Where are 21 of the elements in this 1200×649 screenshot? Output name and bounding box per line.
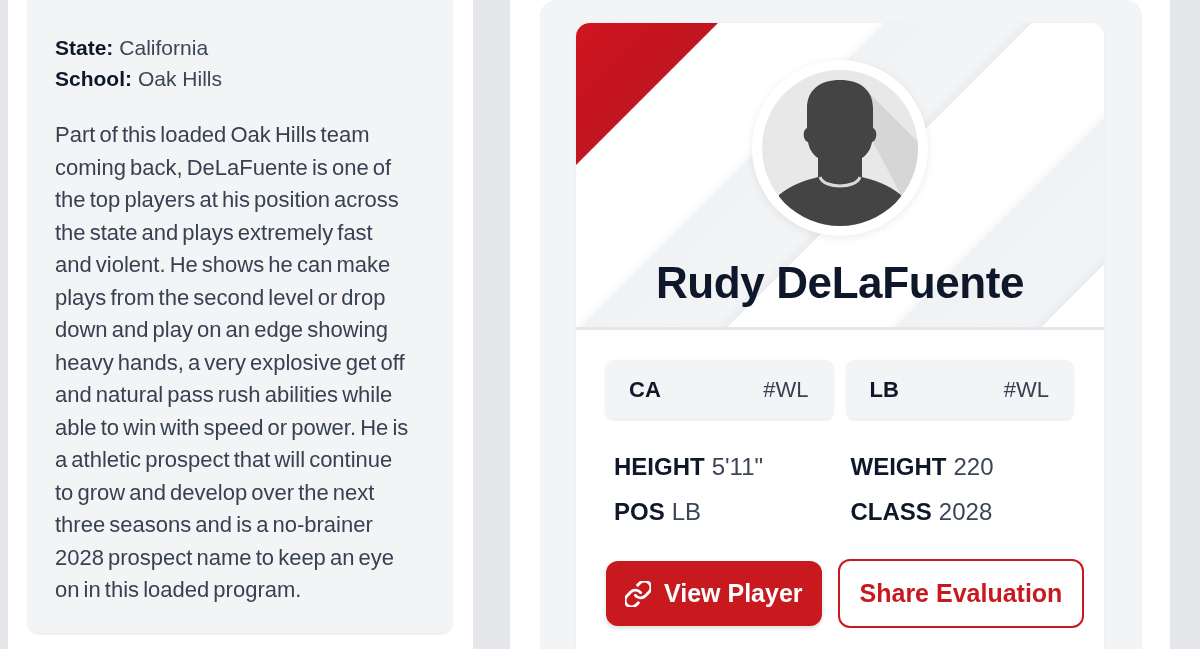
ranking-value: #WL	[763, 376, 809, 403]
stat-value: 220	[953, 453, 994, 480]
stat-label: CLASS	[850, 498, 932, 525]
view-player-button[interactable]: View Player	[606, 561, 822, 626]
stat-label: POS	[614, 498, 665, 525]
field-value: Oak Hills	[138, 67, 222, 90]
ranking-label: CA	[629, 376, 661, 403]
stat-label: WEIGHT	[850, 453, 947, 480]
field-label: State:	[55, 36, 114, 59]
stat-value: 2028	[938, 498, 993, 525]
share-evaluation-button[interactable]: Share Evaluation	[837, 559, 1085, 628]
stat-value: 5'11"	[711, 453, 764, 480]
scouting-report-text: Part of this loaded Oak Hills team coming back, DeLaFuente is one of the top players at his position across the state and plays extremely fast and violent. He shows he can make plays from the second level or drop down and play on an edge showing heavy hands, a very explosive get off and natural pass rush abilities while able to win with speed or power. He is a athletic prospect that will continue to grow and develop over the next three seasons and is a no-brainer 2028 prospect name to keep an eye on in this loaded program.	[55, 121, 410, 604]
stat-label: HEIGHT	[614, 453, 705, 480]
ranking-value: #WL	[1003, 376, 1049, 403]
field-value: California	[119, 36, 209, 59]
stat-value: LB	[671, 498, 702, 525]
field-label: School:	[55, 67, 132, 90]
ranking-label: LB	[869, 376, 899, 403]
player-name: Rudy DeLaFuente	[655, 258, 1024, 308]
link-icon	[625, 580, 651, 607]
